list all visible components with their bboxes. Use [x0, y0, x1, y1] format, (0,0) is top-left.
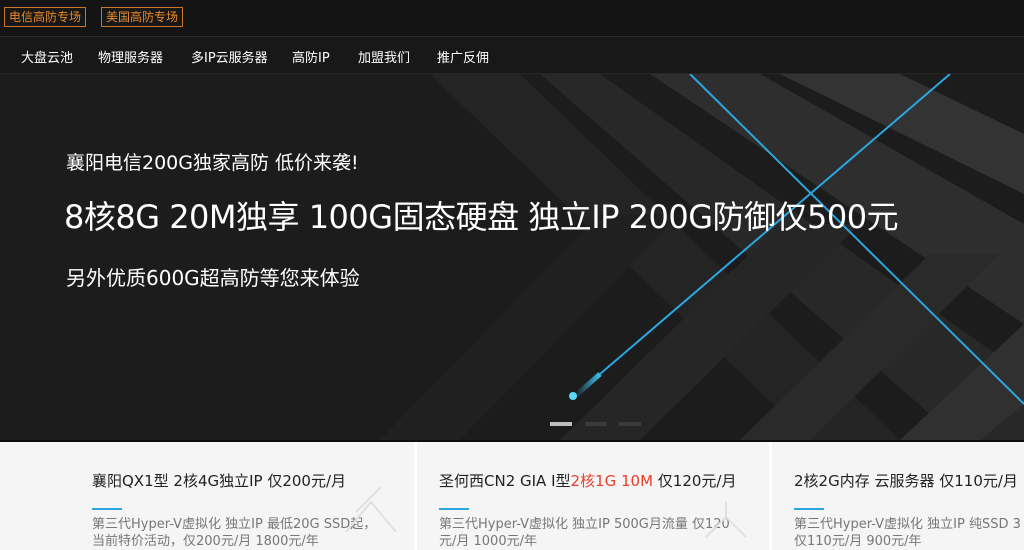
hero-headline: 8核8G 20M独享 100G固态硬盘 独立IP 200G防御仅500元 [64, 198, 899, 236]
hero-background-art [0, 74, 1024, 440]
nav-item-multi-ip-cloud[interactable]: 多IP云服务器 [191, 47, 268, 66]
main-nav: 大盘云池 物理服务器 多IP云服务器 高防IP 加盟我们 推广反佣 [0, 37, 1024, 74]
card-description: 第三代Hyper-V虚拟化 独立IP 500G月流量 仅120 元/月 1000… [439, 517, 730, 549]
carousel-dot-3[interactable] [619, 422, 641, 426]
carousel-dot-1[interactable] [550, 422, 572, 426]
product-cards: 襄阳QX1型 2核4G独立IP 仅200元/月 第三代Hyper-V虚拟化 独立… [0, 440, 1024, 550]
nav-item-cloud-pool[interactable]: 大盘云池 [21, 47, 73, 66]
nav-item-physical-server[interactable]: 物理服务器 [98, 47, 163, 66]
card-title: 襄阳QX1型 2核4G独立IP 仅200元/月 [92, 472, 347, 490]
us-defense-link[interactable]: 美国高防专场 [101, 7, 184, 27]
product-card-xiangyang[interactable]: 襄阳QX1型 2核4G独立IP 仅200元/月 第三代Hyper-V虚拟化 独立… [0, 442, 414, 550]
nav-item-join-us[interactable]: 加盟我们 [358, 47, 410, 66]
card-accent-bar [92, 508, 122, 510]
card-accent-bar [794, 508, 824, 510]
cloud-outline-icon [705, 502, 747, 538]
hero-subtitle: 襄阳电信200G独家高防 低价来袭! [66, 152, 359, 174]
product-card-cloud-server[interactable]: 2核2G内存 云服务器 仅110元/月 第三代Hyper-V虚拟化 独立IP 纯… [772, 442, 1024, 550]
card-title: 2核2G内存 云服务器 仅110元/月 [794, 472, 1018, 490]
card-description: 第三代Hyper-V虚拟化 独立IP 纯SSD 3 仅110元/月 900元/年 [794, 517, 1021, 549]
carousel-dot-2[interactable] [585, 422, 607, 426]
hero-banner[interactable]: 襄阳电信200G独家高防 低价来袭! 8核8G 20M独享 100G固态硬盘 独… [0, 74, 1024, 440]
card-description: 第三代Hyper-V虚拟化 独立IP 最低20G SSD起， 当前特价活动，仅2… [92, 517, 377, 549]
hero-tagline: 另外优质600G超高防等您来体验 [66, 266, 360, 290]
nav-item-referral[interactable]: 推广反佣 [437, 47, 489, 66]
nav-item-ddos-ip[interactable]: 高防IP [292, 47, 330, 66]
product-card-sanjose[interactable]: 圣何西CN2 GIA I型2核1G 10M 仅120元/月 第三代Hyper-V… [417, 442, 769, 550]
server-outline-icon [345, 486, 397, 533]
card-accent-bar [439, 508, 469, 510]
telecom-defense-link[interactable]: 电信高防专场 [4, 7, 87, 27]
top-bar: 电信高防专场 美国高防专场 [0, 0, 1024, 37]
